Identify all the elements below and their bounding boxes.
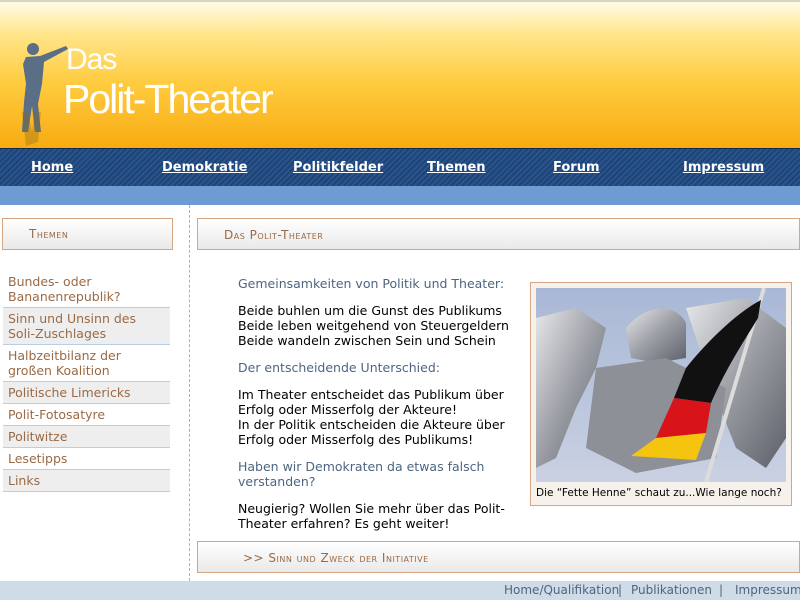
footer-link-publikationen[interactable]: Publikationen xyxy=(631,583,712,597)
closing-text: Neugierig? Wollen Sie mehr über das Poli… xyxy=(238,501,505,531)
footer-separator: | xyxy=(719,583,724,597)
difference-heading: Der entscheidende Unterschied: xyxy=(238,360,440,375)
logo-das-text: Das xyxy=(66,43,117,76)
commonality-item: Beide leben weitgehend von Steuergeldern xyxy=(238,318,509,333)
sidebar-item-halbzeitbilanz[interactable]: Halbzeitbilanz der großen Koalition xyxy=(3,345,170,382)
nav-politikfelder[interactable]: Politikfelder xyxy=(293,160,383,175)
intro-text: Gemeinsamkeiten von Politik und Theater: xyxy=(238,276,505,291)
site-footer: Home/Qualifikation | Publikationen | Imp… xyxy=(0,581,800,600)
sidebar-title-box: Themen xyxy=(2,218,173,250)
main-text: Gemeinsamkeiten von Politik und Theater:… xyxy=(238,276,520,543)
photo-box: Die “Fette Henne” schaut zu...Wie lange … xyxy=(530,282,792,506)
sidebar: Themen Bundes- oder Bananenrepublik? Sin… xyxy=(0,205,190,581)
nav-impressum[interactable]: Impressum xyxy=(683,160,764,175)
eagle-flag-photo xyxy=(536,288,786,482)
initiative-link[interactable]: >> Sinn und Zweck der Initiative xyxy=(243,551,429,565)
difference-line: Im Theater entscheidet das Publikum über… xyxy=(238,387,504,417)
main-navigation: Home Demokratie Politikfelder Themen For… xyxy=(0,148,800,186)
sidebar-item-fotosatyre[interactable]: Polit-Fotosatyre xyxy=(3,404,170,426)
sidebar-item-links[interactable]: Links xyxy=(3,470,170,492)
sidebar-item-limericks[interactable]: Politische Limericks xyxy=(3,382,170,404)
sidebar-item-politwitze[interactable]: Politwitze xyxy=(3,426,170,448)
footer-link-impressum[interactable]: Impressum xyxy=(735,583,800,597)
nav-home[interactable]: Home xyxy=(31,160,73,175)
sidebar-item-lesetipps[interactable]: Lesetipps xyxy=(3,448,170,470)
initiative-link-box[interactable]: >> Sinn und Zweck der Initiative xyxy=(197,541,800,573)
commonality-item: Beide wandeln zwischen Sein und Schein xyxy=(238,333,496,348)
nav-forum[interactable]: Forum xyxy=(553,160,600,175)
nav-demokratie[interactable]: Demokratie xyxy=(162,160,247,175)
difference-text: Im Theater entscheidet das Publikum über… xyxy=(238,387,520,447)
sidebar-list: Bundes- oder Bananenrepublik? Sinn und U… xyxy=(3,271,170,492)
question-text: Haben wir Demokraten da etwas falsch ver… xyxy=(238,459,485,489)
commonality-item: Beide buhlen um die Gunst des Publikums xyxy=(238,303,502,318)
footer-separator: | xyxy=(618,583,623,597)
sidebar-item-bananenrepublik[interactable]: Bundes- oder Bananenrepublik? xyxy=(3,271,170,308)
commonalities-list: Beide buhlen um die Gunst des Publikums … xyxy=(238,303,520,348)
sidebar-title: Themen xyxy=(29,227,69,241)
nav-themen[interactable]: Themen xyxy=(427,160,486,175)
man-reflection-icon xyxy=(22,112,41,146)
sub-navigation-bar xyxy=(0,186,800,205)
footer-link-home[interactable]: Home/Qualifikation xyxy=(504,583,619,597)
main-title-box: Das Polit-Theater xyxy=(197,218,800,250)
main-title: Das Polit-Theater xyxy=(224,228,324,242)
sidebar-item-soli[interactable]: Sinn und Unsinn des Soli-Zuschlages xyxy=(3,308,170,345)
logo-main-text[interactable]: Polit-Theater xyxy=(63,78,274,120)
photo-caption: Die “Fette Henne” schaut zu...Wie lange … xyxy=(536,487,782,499)
site-header: Das Polit-Theater xyxy=(0,0,800,148)
difference-line: In der Politik entscheiden die Akteure ü… xyxy=(238,417,505,447)
